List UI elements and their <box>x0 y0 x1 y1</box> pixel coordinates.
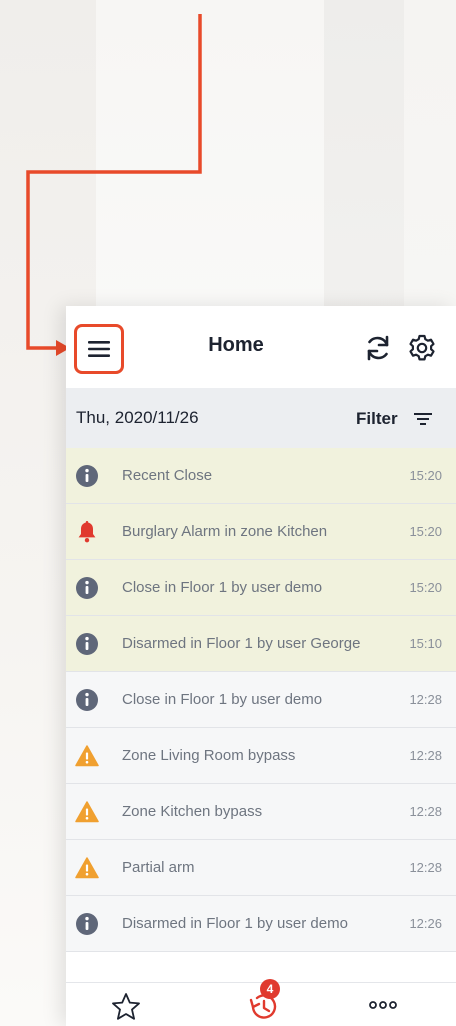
event-row[interactable]: Close in Floor 1 by user demo 12:28 <box>66 672 456 728</box>
event-time: 15:20 <box>409 580 442 595</box>
event-time: 15:10 <box>409 636 442 651</box>
date-bar: Thu, 2020/11/26 Filter <box>66 388 456 448</box>
warning-icon <box>75 744 99 768</box>
hamburger-menu-icon <box>88 341 110 357</box>
event-row[interactable]: Disarmed in Floor 1 by user demo 12:26 <box>66 896 456 952</box>
event-time: 12:28 <box>409 748 442 763</box>
info-icon <box>75 464 99 488</box>
event-message: Close in Floor 1 by user demo <box>122 691 323 708</box>
filter-icon <box>413 413 432 425</box>
warning-icon <box>75 800 99 824</box>
event-row[interactable]: Burglary Alarm in zone Kitchen 15:20 <box>66 504 456 560</box>
event-row[interactable]: Recent Close 15:20 <box>66 448 456 504</box>
star-icon <box>112 993 140 1020</box>
gear-icon <box>409 334 435 361</box>
event-message: Close in Floor 1 by user demo <box>122 579 323 596</box>
bottom-nav: 4 <box>66 979 456 1026</box>
info-icon <box>75 632 99 656</box>
event-message: Partial arm <box>122 859 195 876</box>
event-time: 12:28 <box>409 804 442 819</box>
favorites-button[interactable] <box>110 991 142 1023</box>
event-row[interactable]: Zone Kitchen bypass 12:28 <box>66 784 456 840</box>
history-badge: 4 <box>260 979 280 999</box>
event-row[interactable]: Partial arm 12:28 <box>66 840 456 896</box>
event-message: Zone Kitchen bypass <box>122 803 263 820</box>
info-icon <box>75 912 99 936</box>
more-button[interactable] <box>368 997 398 1013</box>
page-title: Home <box>208 334 264 356</box>
event-time: 15:20 <box>409 524 442 539</box>
event-time: 12:28 <box>409 692 442 707</box>
date-label: Thu, 2020/11/26 <box>76 408 199 427</box>
settings-button[interactable] <box>406 332 438 364</box>
refresh-button[interactable] <box>362 332 394 364</box>
event-message: Disarmed in Floor 1 by user George <box>122 635 361 652</box>
info-icon <box>75 688 99 712</box>
warning-icon <box>75 856 99 880</box>
event-time: 12:26 <box>409 916 442 931</box>
info-icon <box>75 576 99 600</box>
event-message: Zone Living Room bypass <box>122 747 296 764</box>
event-time: 12:28 <box>409 860 442 875</box>
event-time: 15:20 <box>409 468 442 483</box>
menu-button[interactable] <box>74 324 124 374</box>
event-message: Disarmed in Floor 1 by user demo <box>122 915 348 932</box>
event-row[interactable]: Zone Living Room bypass 12:28 <box>66 728 456 784</box>
event-list: Recent Close 15:20 Burglary Alarm in zone … <box>66 448 456 952</box>
refresh-icon <box>367 335 389 361</box>
event-message: Recent Close <box>122 467 213 484</box>
alarm-bell-icon <box>75 520 99 544</box>
app-screen: Home Thu, 2020/11/26 Filter Recent Close… <box>66 306 456 1026</box>
filter-button[interactable]: Filter <box>356 402 450 436</box>
event-message: Burglary Alarm in zone Kitchen <box>122 523 328 540</box>
filter-label: Filter <box>356 409 398 428</box>
more-icon <box>369 1001 397 1009</box>
event-row[interactable]: Close in Floor 1 by user demo 15:20 <box>66 560 456 616</box>
event-row[interactable]: Disarmed in Floor 1 by user George 15:10 <box>66 616 456 672</box>
top-bar: Home <box>66 306 456 388</box>
